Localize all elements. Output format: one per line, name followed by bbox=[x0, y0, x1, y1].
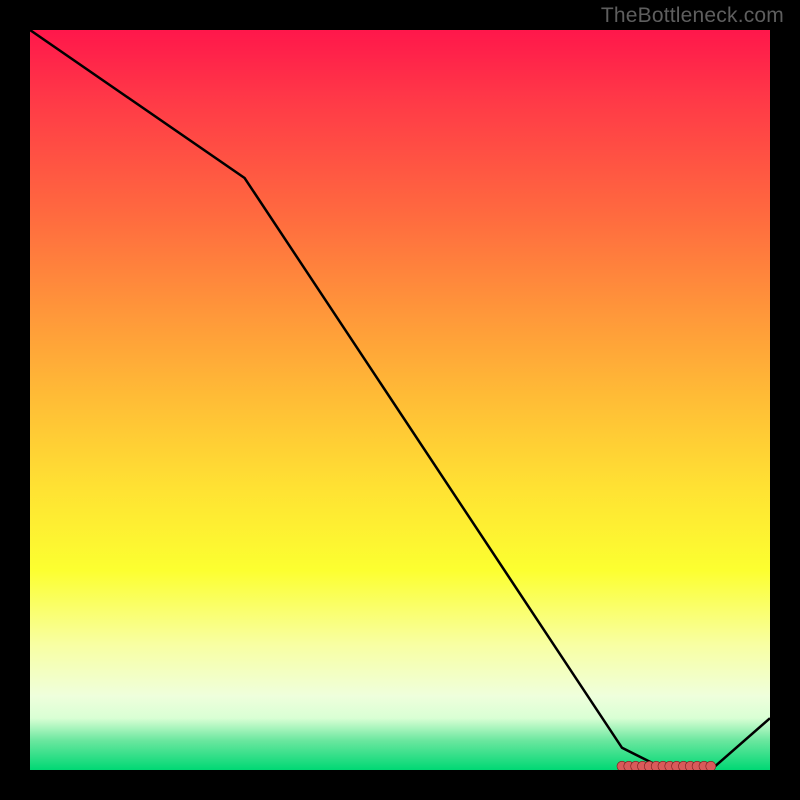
chart-container: TheBottleneck.com bbox=[0, 0, 800, 800]
chart-gradient-background bbox=[30, 30, 770, 770]
attribution-text: TheBottleneck.com bbox=[601, 4, 784, 28]
